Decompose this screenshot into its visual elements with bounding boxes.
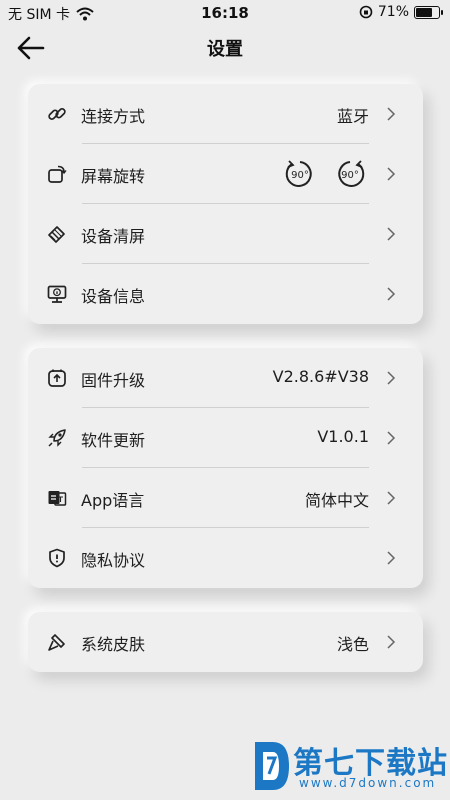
watermark-logo-icon	[255, 742, 289, 790]
row-label: App语言	[81, 491, 145, 510]
row-label: 连接方式	[81, 107, 146, 126]
settings-row-firmware-upgrade[interactable]: 固件升级 V2.8.6#V38	[28, 348, 423, 408]
chevron-right-icon	[387, 491, 396, 505]
settings-row-privacy[interactable]: 隐私协议	[28, 528, 423, 588]
battery-percent: 71%	[377, 4, 409, 20]
rotate-right-90-button[interactable]: 90°	[334, 158, 366, 190]
chevron-right-icon	[387, 371, 396, 385]
rotate-left-label: 90°	[291, 170, 309, 181]
monitor-info-icon	[46, 284, 68, 304]
battery-fill	[416, 7, 432, 17]
link-icon	[46, 104, 68, 124]
watermark-url: www.d7down.com	[299, 776, 437, 790]
rocket-icon	[46, 428, 68, 448]
settings-row-connection[interactable]: 连接方式 蓝牙	[28, 84, 423, 144]
eraser-icon	[46, 224, 68, 244]
rotate-icon	[46, 164, 68, 184]
settings-row-software-update[interactable]: 软件更新 V1.0.1	[28, 408, 423, 468]
status-right: 71%	[359, 4, 443, 20]
chevron-right-icon	[387, 167, 396, 181]
row-value: 简体中文	[304, 491, 369, 510]
row-label: 固件升级	[81, 371, 146, 390]
chevron-right-icon	[387, 635, 396, 649]
orientation-lock-icon	[359, 5, 373, 19]
language-icon	[46, 488, 68, 508]
rotate-right-label: 90°	[341, 170, 359, 181]
row-label: 屏幕旋转	[81, 167, 146, 186]
row-label: 设备清屏	[81, 227, 146, 246]
row-value: V1.0.1	[317, 427, 369, 446]
row-value: V2.8.6#V38	[272, 367, 369, 386]
row-label: 软件更新	[81, 431, 146, 450]
page-title: 设置	[207, 39, 243, 60]
settings-row-skin[interactable]: 系统皮肤 浅色	[28, 612, 423, 672]
chevron-right-icon	[387, 287, 396, 301]
chevron-right-icon	[387, 431, 396, 445]
settings-group-software: 固件升级 V2.8.6#V38 软件更新 V1.0.1 App语言 简体中文 隐…	[28, 348, 423, 588]
settings-group-appearance: 系统皮肤 浅色	[28, 612, 423, 672]
row-value: 蓝牙	[336, 107, 369, 126]
row-value: 浅色	[336, 635, 369, 654]
settings-row-app-language[interactable]: App语言 简体中文	[28, 468, 423, 528]
brush-icon	[46, 632, 68, 652]
rotate-left-90-button[interactable]: 90°	[284, 158, 316, 190]
watermark: 第七下载站 www.d7down.com	[249, 736, 447, 796]
row-label: 设备信息	[81, 287, 146, 306]
settings-row-device-info[interactable]: 设备信息	[28, 264, 423, 324]
settings-group-device: 连接方式 蓝牙 屏幕旋转 90° 90° 设备清屏 设备信息	[28, 84, 423, 324]
firmware-upgrade-icon	[46, 368, 68, 388]
chevron-right-icon	[387, 227, 396, 241]
nav-bar: 设置	[0, 26, 450, 66]
row-label: 系统皮肤	[81, 635, 146, 654]
row-label: 隐私协议	[81, 551, 146, 570]
settings-row-clear-screen[interactable]: 设备清屏	[28, 204, 423, 264]
settings-row-screen-rotation[interactable]: 屏幕旋转 90° 90°	[28, 144, 423, 204]
chevron-right-icon	[387, 551, 396, 565]
battery-icon	[414, 5, 443, 19]
status-bar: 无 SIM 卡 16:18 71%	[0, 0, 450, 26]
shield-icon	[46, 548, 68, 568]
chevron-right-icon	[387, 107, 396, 121]
